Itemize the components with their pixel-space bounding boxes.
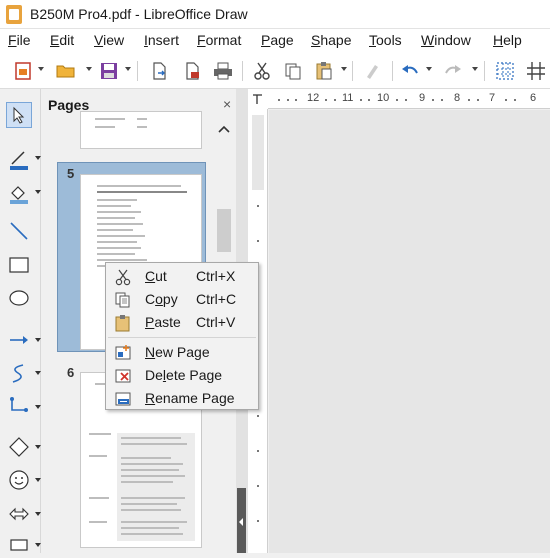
templates-icon[interactable] [12, 60, 34, 82]
shortcut-label: Ctrl+X [196, 268, 236, 284]
templates-dropdown-icon[interactable] [38, 67, 44, 71]
basic-shapes-icon[interactable] [6, 434, 32, 460]
ruler-mark: 9 [419, 92, 426, 104]
redo-icon[interactable] [442, 60, 464, 82]
fill-color-icon[interactable] [6, 181, 32, 207]
delete-page-icon [115, 369, 131, 383]
export-icon[interactable] [148, 60, 170, 82]
menu-insert[interactable]: Insert [144, 32, 179, 48]
curve-tool-icon[interactable] [6, 360, 32, 386]
ruler-mark: 6 [530, 92, 537, 104]
line-color-icon[interactable] [6, 147, 32, 173]
menu-item-label: Paste [145, 314, 181, 330]
drawing-toolbar [0, 89, 41, 553]
save-icon[interactable] [98, 60, 120, 82]
standard-toolbar [0, 53, 550, 89]
menu-shape[interactable]: Shape [311, 32, 352, 48]
menu-item-paste[interactable]: Paste Ctrl+V [106, 311, 258, 334]
undo-dropdown-icon[interactable] [426, 67, 432, 71]
menu-item-new-page[interactable]: New Page [106, 341, 258, 364]
grid-icon[interactable] [494, 60, 516, 82]
menu-separator [108, 337, 256, 338]
menu-tools[interactable]: Tools [369, 32, 402, 48]
horizontal-ruler[interactable]: 12 11 10 9 8 7 6 [268, 89, 550, 109]
libreoffice-draw-icon [6, 4, 22, 24]
menu-window[interactable]: Window [421, 32, 471, 48]
title-bar: B250M Pro4.pdf - LibreOffice Draw [0, 0, 550, 29]
collapse-arrow-icon[interactable] [239, 518, 243, 526]
connector-tool-icon[interactable] [6, 394, 32, 420]
ruler-mark: 10 [377, 92, 390, 104]
ruler-corner [248, 89, 268, 109]
drawing-canvas[interactable] [269, 110, 550, 553]
ruler-mark: 8 [454, 92, 461, 104]
menu-page[interactable]: Page [261, 32, 294, 48]
ellipse-tool-icon[interactable] [6, 285, 32, 311]
print-icon[interactable] [212, 60, 234, 82]
menu-edit[interactable]: Edit [50, 32, 74, 48]
save-dropdown-icon[interactable] [125, 67, 131, 71]
select-icon[interactable] [6, 102, 32, 128]
shortcut-label: Ctrl+V [196, 314, 236, 330]
menu-item-rename-page[interactable]: Rename Page [106, 387, 258, 410]
flowchart-icon[interactable] [6, 532, 32, 558]
menu-item-cut[interactable]: Cut Ctrl+X [106, 265, 258, 288]
close-icon[interactable]: × [223, 96, 231, 112]
menu-item-label: Delete Page [145, 367, 223, 383]
paste-icon[interactable] [313, 60, 335, 82]
redo-dropdown-icon[interactable] [472, 67, 478, 71]
context-menu: Cut Ctrl+X Copy Ctrl+C Paste Ctrl+V New … [105, 262, 259, 410]
menu-item-copy[interactable]: Copy Ctrl+C [106, 288, 258, 311]
scissors-icon [115, 269, 131, 286]
menu-item-label: Copy [145, 291, 178, 307]
menu-bar: File Edit View Insert Format Page Shape … [0, 29, 550, 53]
clone-formatting-icon[interactable] [362, 60, 384, 82]
ruler-mark: 11 [342, 92, 354, 104]
vertical-ruler-margin [252, 115, 264, 190]
scroll-thumb[interactable] [217, 209, 231, 252]
menu-help[interactable]: Help [493, 32, 522, 48]
cut-icon[interactable] [251, 60, 273, 82]
menu-file[interactable]: File [8, 32, 31, 48]
undo-icon[interactable] [399, 60, 421, 82]
menu-item-label: Rename Page [145, 390, 235, 406]
symbol-shapes-icon[interactable] [6, 467, 32, 493]
open-folder-icon[interactable] [55, 60, 77, 82]
open-dropdown-icon[interactable] [86, 67, 92, 71]
menu-item-label: New Page [145, 344, 210, 360]
helplines-icon[interactable] [525, 60, 547, 82]
menu-item-delete-page[interactable]: Delete Page [106, 364, 258, 387]
ruler-mark: 7 [489, 92, 496, 104]
paste-icon [115, 315, 130, 332]
menu-format[interactable]: Format [197, 32, 241, 48]
block-arrows-icon[interactable] [6, 501, 32, 527]
paste-dropdown-icon[interactable] [341, 67, 347, 71]
line-tool-icon[interactable] [6, 218, 32, 244]
menu-item-label: Cut [145, 268, 167, 284]
window-title: B250M Pro4.pdf - LibreOffice Draw [30, 6, 248, 22]
page-thumbnail-4[interactable] [80, 111, 202, 149]
page-number-6: 6 [67, 365, 75, 380]
scroll-up-icon[interactable] [217, 123, 231, 135]
ruler-mark: 12 [307, 92, 320, 104]
rectangle-tool-icon[interactable] [6, 252, 32, 278]
menu-view[interactable]: View [94, 32, 124, 48]
lines-arrows-icon[interactable] [6, 327, 32, 353]
copy-icon[interactable] [282, 60, 304, 82]
new-page-icon [115, 345, 131, 360]
page-number-5: 5 [67, 166, 75, 181]
rename-page-icon [115, 392, 131, 406]
copy-icon [115, 292, 130, 308]
export-pdf-icon[interactable] [181, 60, 203, 82]
shortcut-label: Ctrl+C [196, 291, 237, 307]
